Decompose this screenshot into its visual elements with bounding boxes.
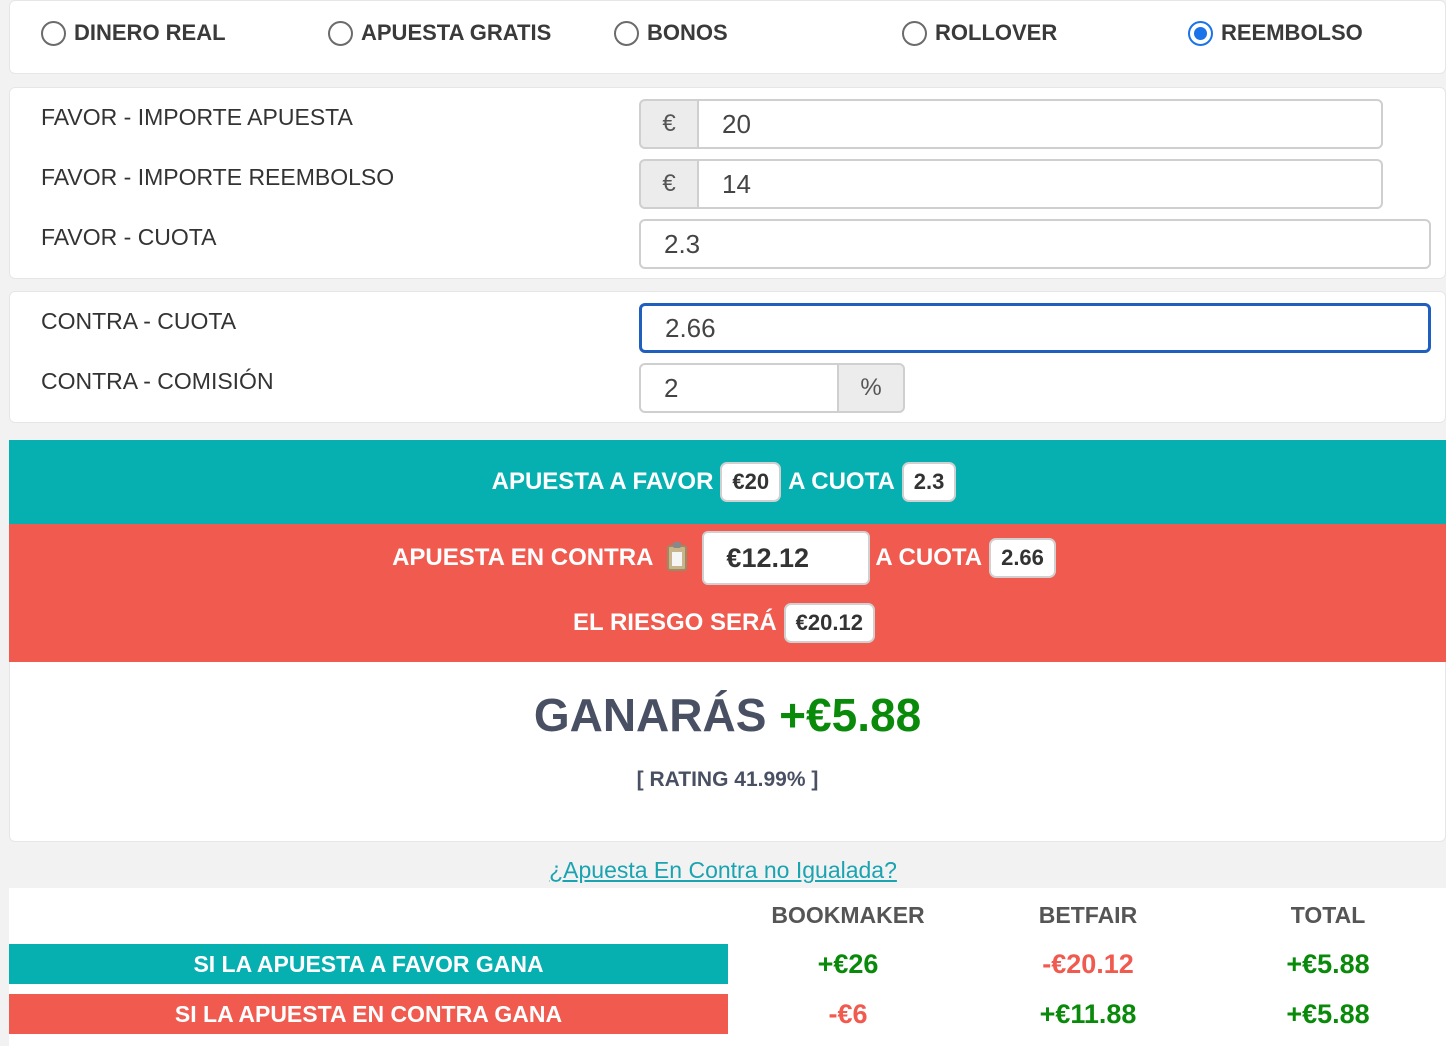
cell-bookmaker: +€26 bbox=[817, 949, 879, 979]
cell-total: +€5.88 bbox=[1286, 999, 1370, 1029]
profit-headline: GANARÁS +€5.88 bbox=[10, 688, 1445, 742]
contra-odds-input[interactable]: 2.66 bbox=[639, 303, 1431, 353]
radio-circle[interactable] bbox=[328, 20, 353, 46]
profit-label: GANARÁS bbox=[533, 689, 767, 741]
favor-refund-label: FAVOR - IMPORTE REEMBOLSO bbox=[41, 164, 395, 190]
rating-text: [ RATING 41.99% ] bbox=[636, 768, 819, 791]
at-odds-text: A CUOTA bbox=[788, 468, 895, 495]
contra-commission-group: 2 % bbox=[639, 363, 905, 413]
percent-addon: % bbox=[839, 363, 905, 413]
radio-reembolso[interactable]: REEMBOLSO bbox=[1188, 20, 1363, 46]
radio-rollover[interactable]: ROLLOVER bbox=[902, 20, 1057, 46]
contra-bet-text: APUESTA EN CONTRA bbox=[392, 544, 654, 571]
favor-odds-group: 2.3 bbox=[639, 219, 1431, 269]
contra-odds-label: CONTRA - CUOTA bbox=[41, 308, 237, 334]
outcome-table: BOOKMAKER BETFAIR TOTAL SI LA APUESTA A … bbox=[9, 888, 1446, 1046]
favor-refund-group: € 14 bbox=[639, 159, 1383, 209]
radio-circle-selected[interactable] bbox=[1188, 20, 1213, 46]
favor-bet-summary: APUESTA A FAVOR €20 A CUOTA 2.3 bbox=[9, 440, 1446, 524]
contra-bet-line: APUESTA EN CONTRA €12.12 A CUOTA 2.66 bbox=[392, 531, 1063, 585]
favor-amount-badge: €20 bbox=[720, 462, 782, 502]
clipboard-icon[interactable] bbox=[667, 542, 688, 571]
radio-apuesta-gratis[interactable]: APUESTA GRATIS bbox=[328, 20, 551, 46]
contra-odds-badge: 2.66 bbox=[989, 538, 1056, 578]
header-total: TOTAL bbox=[1290, 902, 1366, 928]
favor-odds-label: FAVOR - CUOTA bbox=[41, 224, 217, 250]
cell-total: +€5.88 bbox=[1286, 949, 1370, 979]
radio-label: DINERO REAL bbox=[74, 20, 226, 45]
row-label-contra-wins: SI LA APUESTA EN CONTRA GANA bbox=[9, 994, 728, 1034]
contra-odds-group: 2.66 bbox=[639, 303, 1431, 353]
radio-circle[interactable] bbox=[902, 20, 927, 46]
favor-stake-input[interactable]: 20 bbox=[697, 99, 1383, 149]
radio-circle[interactable] bbox=[614, 20, 639, 46]
favor-odds-input[interactable]: 2.3 bbox=[639, 219, 1431, 269]
at-odds-text: A CUOTA bbox=[875, 544, 983, 571]
radio-label: APUESTA GRATIS bbox=[361, 20, 552, 45]
radio-bonos[interactable]: BONOS bbox=[614, 20, 728, 46]
unmatched-bet-link[interactable]: ¿Apuesta En Contra no Igualada? bbox=[0, 857, 1446, 884]
radio-dinero-real[interactable]: DINERO REAL bbox=[41, 20, 226, 46]
bet-type-selector: DINERO REAL APUESTA GRATIS BONOS ROLLOVE… bbox=[9, 0, 1446, 74]
radio-label: REEMBOLSO bbox=[1221, 20, 1363, 45]
contra-form: CONTRA - CUOTA 2.66 CONTRA - COMISIÓN 2 … bbox=[9, 291, 1446, 423]
radio-label: ROLLOVER bbox=[935, 20, 1058, 45]
contra-bet-summary: APUESTA EN CONTRA €12.12 A CUOTA 2.66 EL… bbox=[9, 524, 1446, 662]
cell-bookmaker: -€6 bbox=[828, 999, 868, 1029]
favor-stake-group: € 20 bbox=[639, 99, 1383, 149]
currency-addon: € bbox=[639, 159, 697, 209]
contra-commission-input[interactable]: 2 bbox=[639, 363, 839, 413]
header-bookmaker: BOOKMAKER bbox=[771, 902, 925, 928]
contra-commission-label: CONTRA - COMISIÓN bbox=[41, 368, 274, 394]
favor-stake-label: FAVOR - IMPORTE APUESTA bbox=[41, 104, 353, 130]
currency-addon: € bbox=[639, 99, 697, 149]
favor-refund-input[interactable]: 14 bbox=[697, 159, 1383, 209]
favor-odds-badge: 2.3 bbox=[901, 462, 957, 502]
contra-amount-box[interactable]: €12.12 bbox=[702, 531, 871, 585]
risk-amount-badge: €20.12 bbox=[783, 603, 875, 643]
row-label-favor-wins: SI LA APUESTA A FAVOR GANA bbox=[9, 944, 728, 984]
risk-text: EL RIESGO SERÁ bbox=[573, 609, 777, 636]
radio-label: BONOS bbox=[647, 20, 728, 45]
profit-summary: GANARÁS +€5.88 [ RATING 41.99% ] bbox=[9, 662, 1446, 842]
radio-circle[interactable] bbox=[41, 20, 66, 46]
cell-betfair: -€20.12 bbox=[1042, 949, 1134, 979]
risk-line: EL RIESGO SERÁ €20.12 bbox=[573, 603, 882, 643]
cell-betfair: +€11.88 bbox=[1039, 999, 1137, 1029]
profit-value: +€5.88 bbox=[779, 689, 922, 741]
favor-form: FAVOR - IMPORTE APUESTA € 20 FAVOR - IMP… bbox=[9, 87, 1446, 279]
header-betfair: BETFAIR bbox=[1038, 902, 1138, 928]
favor-bet-text: APUESTA A FAVOR bbox=[491, 468, 714, 495]
